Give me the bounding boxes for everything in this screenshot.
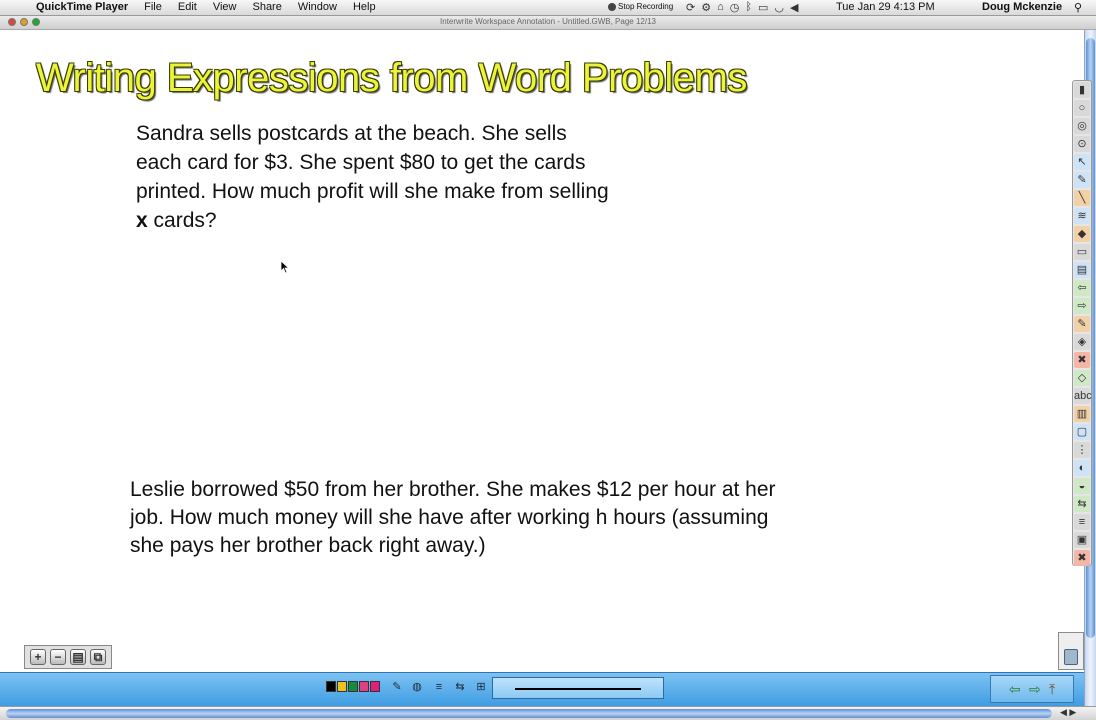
tool-document-icon[interactable]: ▤: [1074, 262, 1090, 278]
tool-save-icon[interactable]: ▣: [1074, 532, 1090, 548]
line-thickness-preview[interactable]: [492, 677, 664, 699]
tool-text-icon[interactable]: abc: [1074, 388, 1092, 404]
duplicate-page-button[interactable]: ⧉: [90, 649, 106, 665]
mouse-cursor-icon: [280, 260, 290, 274]
tool-camera-icon[interactable]: ◈: [1074, 334, 1090, 350]
tool-exit-icon[interactable]: ✖: [1074, 550, 1090, 566]
problem-line: each card for $3. She spent $80 to get t…: [136, 151, 586, 174]
color-swatch-green[interactable]: [348, 681, 358, 692]
display-icon[interactable]: ▭: [758, 1, 768, 14]
menu-items: QuickTime Player File Edit View Share Wi…: [36, 1, 392, 13]
color-swatches: [326, 681, 381, 692]
first-page-icon[interactable]: ⤒: [1049, 681, 1055, 698]
line-sample: [515, 688, 641, 690]
word-problem-leslie: Leslie borrowed $50 from her brother. Sh…: [130, 476, 890, 560]
color-swatch-black[interactable]: [326, 681, 336, 692]
pen-style-icon[interactable]: ✎: [390, 680, 404, 694]
window-title-bar: Interwrite Workspace Annotation - Untitl…: [0, 16, 1096, 30]
tool-eraser-icon[interactable]: ◆: [1074, 226, 1090, 242]
color-swatch-magenta[interactable]: [370, 681, 380, 692]
previous-page-icon[interactable]: ⇦: [1074, 280, 1090, 296]
tool-menu-icon[interactable]: ⋮: [1074, 442, 1090, 458]
tool-ring-icon[interactable]: ◎: [1074, 118, 1090, 134]
home-icon[interactable]: ⌂: [717, 1, 724, 14]
problem-line: job. How much money will she have after …: [130, 506, 769, 529]
next-page-icon[interactable]: ⇨: [1074, 298, 1090, 314]
menu-file[interactable]: File: [144, 1, 162, 13]
scroll-arrows-icon[interactable]: ◀ ▶: [1060, 707, 1076, 718]
status-icons: ⟳ ⚙ ⌂ ◷ ᛒ ▭ ◡ ◀: [686, 1, 804, 14]
tool-highlighter-icon[interactable]: ≋: [1074, 208, 1090, 224]
problem-line: printed. How much profit will she make f…: [136, 180, 609, 203]
tool-pen-icon[interactable]: ▮: [1074, 82, 1090, 98]
menu-window[interactable]: Window: [298, 1, 337, 13]
time-machine-icon[interactable]: ◷: [730, 1, 740, 14]
variable-x: x: [136, 209, 148, 232]
remove-page-button[interactable]: −: [50, 649, 66, 665]
sync-icon[interactable]: ⟳: [686, 1, 695, 14]
tool-list-icon[interactable]: ≡: [1074, 514, 1090, 530]
menu-view[interactable]: View: [213, 1, 237, 13]
problem-line: Sandra sells postcards at the beach. She…: [136, 122, 567, 145]
problem-line: she pays her brother back right away.): [130, 534, 486, 557]
tool-select-arrow-icon[interactable]: ↖: [1074, 154, 1090, 170]
bottom-toolbar: ✎ ◍ ≡ ⇆ ⊞ ⇦ ⇨ ⤒: [0, 672, 1084, 706]
problem-line-tail: cards?: [147, 209, 217, 232]
tool-clear-icon[interactable]: ✖: [1074, 352, 1090, 368]
stop-recording-label: Stop Recording: [618, 2, 674, 11]
window-title: Interwrite Workspace Annotation - Untitl…: [440, 17, 656, 26]
tool-blank-page-icon[interactable]: ▢: [1074, 424, 1090, 440]
add-page-button[interactable]: +: [30, 649, 46, 665]
horizontal-scrollbar[interactable]: ◀ ▶: [0, 706, 1096, 720]
tool-pencil-icon[interactable]: ✎: [1074, 172, 1090, 188]
page-navigation: ⇦ ⇨ ⤒: [990, 675, 1074, 703]
tool-spotlight-icon[interactable]: ◐: [1074, 460, 1090, 476]
bluetooth-icon[interactable]: ᛒ: [745, 1, 752, 14]
volume-icon[interactable]: ◀: [790, 1, 798, 14]
next-page-arrow-icon[interactable]: ⇨: [1029, 681, 1041, 698]
previous-page-arrow-icon[interactable]: ⇦: [1009, 681, 1021, 698]
stop-recording-button[interactable]: Stop Recording: [608, 2, 673, 11]
line-style-icon[interactable]: ⇆: [453, 680, 467, 694]
color-swatch-yellow[interactable]: [337, 681, 347, 692]
word-problem-sandra: Sandra sells postcards at the beach. She…: [136, 119, 716, 235]
tools-palette: ▮ ○ ◎ ⊙ ↖ ✎ ╲ ≋ ◆ ▭ ▤ ⇦ ⇨ ✎ ◈ ✖ ◇ abc ▥ …: [1072, 80, 1092, 566]
menu-bar: QuickTime Player File Edit View Share Wi…: [0, 0, 1096, 16]
user-name[interactable]: Doug Mckenzie: [982, 1, 1062, 13]
horizontal-scroll-thumb[interactable]: [6, 709, 1052, 718]
spotlight-icon[interactable]: ⚲: [1074, 1, 1082, 14]
tool-circle-icon[interactable]: ○: [1074, 100, 1090, 116]
wifi-icon[interactable]: ◡: [774, 1, 784, 14]
problem-line: x cards?: [136, 206, 716, 235]
slide-title: Writing Expressions from Word Problems: [36, 56, 747, 100]
tool-table-icon[interactable]: ▥: [1074, 406, 1090, 422]
problem-line: Leslie borrowed $50 from her brother. Sh…: [130, 478, 776, 501]
tool-page-icon[interactable]: ▭: [1074, 244, 1090, 260]
fill-icon[interactable]: ≡: [432, 680, 446, 694]
page-buttons: + − ▤ ⧉: [24, 645, 112, 669]
color-swatch-pink[interactable]: [359, 681, 369, 692]
page-view-button[interactable]: ▤: [70, 649, 86, 665]
page-sorter-icon: [1064, 649, 1078, 665]
tool-annotate-icon[interactable]: ✎: [1074, 316, 1090, 332]
menu-share[interactable]: Share: [252, 1, 281, 13]
line-width-icon[interactable]: ◍: [410, 680, 424, 694]
tool-reveal-icon[interactable]: ◒: [1074, 478, 1090, 494]
record-icon: [608, 2, 616, 11]
tool-line-icon[interactable]: ╲: [1074, 190, 1090, 206]
menu-clock[interactable]: Tue Jan 29 4:13 PM: [836, 1, 935, 13]
settings-icon[interactable]: ⚙: [701, 1, 711, 14]
tool-mouse-icon[interactable]: ⊙: [1074, 136, 1090, 152]
page-sorter-button[interactable]: [1058, 632, 1084, 670]
menu-help[interactable]: Help: [353, 1, 376, 13]
tool-shape-icon[interactable]: ◇: [1074, 370, 1090, 386]
menu-app-name[interactable]: QuickTime Player: [36, 1, 128, 13]
menu-edit[interactable]: Edit: [178, 1, 197, 13]
tool-swap-icon[interactable]: ⇆: [1074, 496, 1090, 512]
grid-icon[interactable]: ⊞: [474, 680, 488, 694]
